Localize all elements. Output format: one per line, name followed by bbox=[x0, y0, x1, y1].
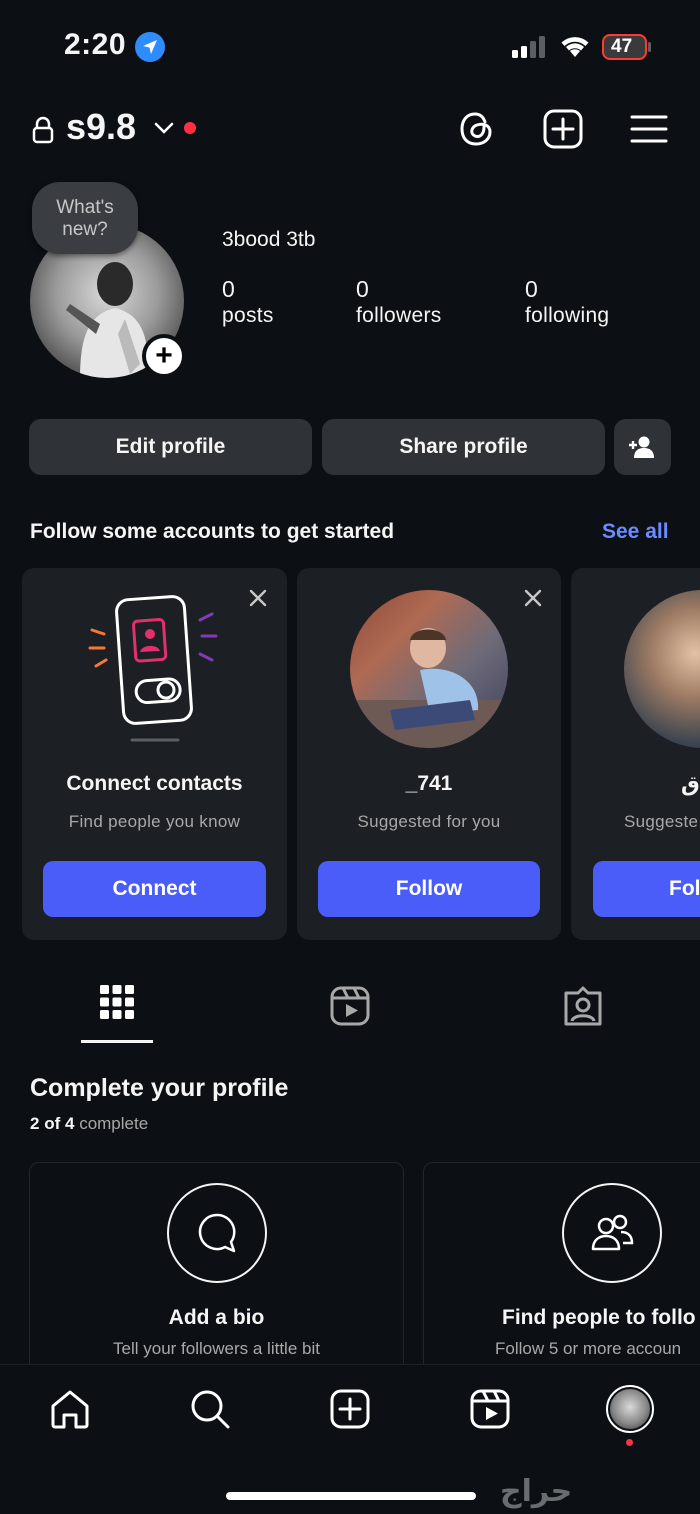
close-icon[interactable] bbox=[246, 586, 270, 610]
home-indicator bbox=[226, 1492, 476, 1500]
active-tab-indicator bbox=[81, 1040, 153, 1043]
progress-total: 4 bbox=[64, 1114, 75, 1133]
home-icon[interactable] bbox=[49, 1388, 91, 1430]
new-post-icon[interactable] bbox=[329, 1388, 371, 1430]
following-label[interactable]: following bbox=[525, 304, 609, 328]
chevron-down-icon[interactable] bbox=[153, 120, 175, 136]
followers-label[interactable]: followers bbox=[356, 304, 442, 328]
chat-bubble-icon bbox=[198, 1213, 236, 1253]
followers-count[interactable]: 0 bbox=[356, 276, 369, 303]
add-story-plus-icon[interactable]: + bbox=[142, 334, 186, 378]
add-person-icon bbox=[628, 436, 654, 458]
status-time: 2:20 bbox=[64, 28, 127, 61]
card-subtitle: Suggested for you bbox=[357, 812, 501, 831]
grid-tab-icon[interactable] bbox=[99, 984, 135, 1020]
create-post-icon[interactable] bbox=[542, 108, 584, 150]
suggested-user-avatar[interactable] bbox=[350, 590, 508, 748]
card-title: Connect contacts bbox=[66, 772, 243, 795]
whats-new-note[interactable]: What's new? bbox=[32, 182, 138, 254]
profile-tab-avatar[interactable] bbox=[606, 1385, 654, 1433]
profile-notification-dot bbox=[626, 1439, 633, 1446]
see-all-link[interactable]: See all bbox=[602, 520, 669, 544]
suggested-user-avatar[interactable] bbox=[624, 590, 700, 748]
threads-icon[interactable] bbox=[456, 108, 498, 150]
discover-people-button[interactable] bbox=[614, 419, 671, 475]
people-icon bbox=[591, 1214, 634, 1251]
progress-word: of bbox=[44, 1114, 61, 1133]
wifi-icon bbox=[560, 34, 590, 58]
complete-profile-heading: Complete your profile bbox=[30, 1074, 289, 1102]
find-people-subtitle: Follow 5 or more accoun bbox=[495, 1339, 682, 1358]
location-arrow-icon bbox=[135, 32, 165, 62]
card-subtitle: Find people you know bbox=[68, 812, 241, 831]
reels-icon[interactable] bbox=[469, 1388, 511, 1430]
tagged-tab-icon[interactable] bbox=[562, 985, 604, 1027]
card-title[interactable]: _741 bbox=[297, 772, 561, 796]
add-bio-subtitle: Tell your followers a little bit bbox=[113, 1339, 320, 1358]
find-people-title: Find people to follo bbox=[502, 1306, 696, 1329]
card-title[interactable]: ق bbox=[571, 772, 700, 797]
contacts-phone-illustration bbox=[88, 594, 222, 744]
profile-full-name: 3bood 3tb bbox=[222, 228, 316, 251]
follow-button[interactable]: Fol bbox=[593, 861, 700, 917]
posts-label[interactable]: posts bbox=[222, 304, 274, 328]
edit-profile-button[interactable]: Edit profile bbox=[29, 419, 312, 475]
haraj-watermark: حراج bbox=[500, 1474, 573, 1509]
bio-circle bbox=[167, 1183, 267, 1283]
connect-button[interactable]: Connect bbox=[43, 861, 266, 917]
lock-icon bbox=[32, 116, 54, 144]
close-icon[interactable] bbox=[521, 586, 545, 610]
posts-count[interactable]: 0 bbox=[222, 276, 235, 303]
progress-done: 2 bbox=[30, 1114, 40, 1133]
suggestions-heading: Follow some accounts to get started bbox=[30, 520, 395, 543]
add-bio-title: Add a bio bbox=[168, 1306, 265, 1329]
reels-tab-icon[interactable] bbox=[329, 985, 371, 1027]
complete-profile-progress: 2 of 4 complete bbox=[30, 1114, 148, 1134]
menu-icon[interactable] bbox=[628, 108, 670, 150]
progress-suffix: complete bbox=[79, 1114, 149, 1133]
battery-icon: 47 bbox=[602, 34, 652, 60]
search-icon[interactable] bbox=[189, 1388, 231, 1430]
battery-level: 47 bbox=[611, 36, 633, 57]
people-circle bbox=[562, 1183, 662, 1283]
notification-dot bbox=[184, 122, 196, 134]
cellular-signal-icon bbox=[512, 36, 548, 58]
share-profile-button[interactable]: Share profile bbox=[322, 419, 605, 475]
account-username[interactable]: s9.8 bbox=[66, 106, 136, 148]
card-subtitle: Suggeste bbox=[624, 812, 699, 831]
follow-button[interactable]: Follow bbox=[318, 861, 540, 917]
following-count[interactable]: 0 bbox=[525, 276, 538, 303]
